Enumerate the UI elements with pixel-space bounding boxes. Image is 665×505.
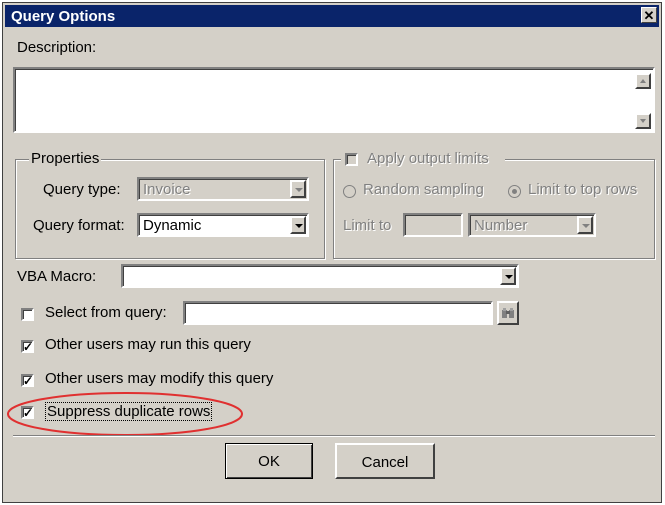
select-from-query-input[interactable] <box>183 301 493 325</box>
select-from-query-label: Select from query: <box>45 304 167 321</box>
scroll-up-button[interactable] <box>635 73 651 89</box>
description-textarea[interactable] <box>13 67 655 133</box>
browse-query-button[interactable] <box>497 301 519 325</box>
output-limits-legend: Apply output limits <box>341 150 505 168</box>
chevron-down-icon <box>290 216 306 234</box>
query-type-select[interactable]: Invoice <box>137 177 309 201</box>
properties-group <box>15 159 325 259</box>
select-from-query-checkbox[interactable] <box>21 308 34 321</box>
description-label: Description: <box>17 39 97 56</box>
apply-output-limits-label: Apply output limits <box>367 150 489 167</box>
limit-value-input[interactable] <box>403 213 463 237</box>
output-limits-group <box>333 159 655 259</box>
ok-button[interactable]: OK <box>225 443 313 479</box>
random-sampling-label: Random sampling <box>363 181 484 198</box>
close-button[interactable]: ✕ <box>641 7 657 23</box>
modify-query-label: Other users may modify this query <box>45 370 274 387</box>
chevron-down-icon <box>500 267 516 285</box>
vba-macro-label: VBA Macro: <box>17 268 97 285</box>
dialog-title: Query Options <box>11 8 116 25</box>
limit-unit-select[interactable]: Number <box>468 213 596 237</box>
query-type-label: Query type: <box>43 181 121 198</box>
vba-macro-select[interactable] <box>121 264 519 288</box>
cancel-button[interactable]: Cancel <box>335 443 435 479</box>
scroll-down-button[interactable] <box>635 113 651 129</box>
arrow-up-icon <box>640 79 646 83</box>
chevron-down-icon <box>577 216 593 234</box>
run-query-checkbox[interactable]: ✓ <box>21 340 34 353</box>
title-bar: Query Options ✕ <box>5 5 659 27</box>
binoculars-icon <box>502 308 514 318</box>
highlight-ellipse <box>7 392 243 436</box>
modify-query-checkbox[interactable]: ✓ <box>21 374 34 387</box>
query-format-select[interactable]: Dynamic <box>137 213 309 237</box>
random-sampling-radio[interactable] <box>343 185 356 198</box>
apply-output-limits-checkbox[interactable] <box>345 153 358 166</box>
limit-top-rows-label: Limit to top rows <box>528 181 638 198</box>
separator <box>13 435 655 437</box>
chevron-down-icon <box>290 180 306 198</box>
query-format-label: Query format: <box>33 217 125 234</box>
limit-to-label: Limit to <box>343 217 392 234</box>
properties-legend: Properties <box>29 150 102 167</box>
limit-top-rows-radio[interactable] <box>508 185 521 198</box>
run-query-label: Other users may run this query <box>45 336 251 353</box>
query-options-dialog: Query Options ✕ Description: Properties … <box>2 2 662 503</box>
arrow-down-icon <box>640 119 646 123</box>
close-icon: ✕ <box>643 8 655 23</box>
